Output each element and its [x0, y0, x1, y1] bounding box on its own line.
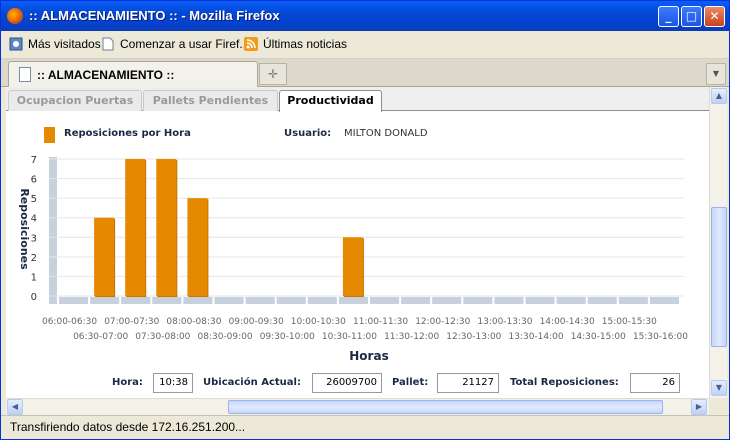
- baseline-slot: [494, 297, 524, 304]
- bar: [187, 198, 208, 296]
- baseline-slot: [183, 297, 213, 304]
- bookmark-label: Más visitados: [28, 37, 101, 51]
- x-tick-label: 06:00-06:30: [42, 317, 97, 327]
- y-tick-label: 7: [31, 155, 37, 166]
- tab-productividad[interactable]: Productividad: [279, 90, 382, 112]
- status-text: Transfiriendo datos desde 172.16.251.200…: [10, 420, 246, 434]
- hora-label: Hora:: [112, 377, 143, 388]
- baseline-slot: [276, 297, 306, 304]
- title-bar[interactable]: :: ALMACENAMIENTO :: - Mozilla Firefox _…: [1, 1, 729, 31]
- baseline-slot: [649, 297, 679, 304]
- page-icon: [102, 37, 114, 51]
- browser-tab-bar: :: ALMACENAMIENTO :: ✛ ▼: [1, 59, 729, 87]
- browser-window: :: ALMACENAMIENTO :: - Mozilla Firefox _…: [0, 0, 730, 440]
- close-button[interactable]: ✕: [704, 6, 725, 27]
- baseline-slot: [338, 297, 368, 304]
- vertical-scroll-thumb[interactable]: [711, 207, 727, 347]
- baseline-slot: [152, 297, 182, 304]
- baseline-slot: [525, 297, 555, 304]
- x-tick-label: 14:30-15:00: [571, 332, 626, 342]
- baseline-slot: [59, 297, 89, 304]
- hora-field[interactable]: 10:38: [153, 373, 193, 393]
- x-tick-label: 15:00-15:30: [602, 317, 657, 327]
- baseline-slot: [401, 297, 431, 304]
- bookmark-comenzar[interactable]: Comenzar a usar Firef...: [101, 37, 249, 53]
- tab-ocupacion-puertas[interactable]: Ocupacion Puertas: [8, 90, 142, 111]
- baseline-slot: [463, 297, 493, 304]
- minimize-button[interactable]: _: [658, 6, 679, 27]
- app-tab-strip: Ocupacion Puertas Pallets Pendientes Pro…: [6, 87, 709, 112]
- scroll-left-button[interactable]: ◀: [7, 399, 23, 415]
- bookmark-icon: [9, 37, 23, 51]
- x-tick-label: 07:00-07:30: [104, 317, 159, 327]
- y-tick-label: 1: [31, 272, 37, 283]
- browser-tab-almacenamiento[interactable]: :: ALMACENAMIENTO ::: [8, 61, 258, 87]
- x-tick-label: 08:00-08:30: [166, 317, 221, 327]
- total-field[interactable]: 26: [630, 373, 680, 393]
- page-content: Ocupacion Puertas Pallets Pendientes Pro…: [6, 87, 709, 398]
- x-tick-label: 09:30-10:00: [260, 332, 315, 342]
- x-tick-label: 06:30-07:00: [73, 332, 128, 342]
- maximize-button[interactable]: □: [681, 6, 702, 27]
- baseline-slot: [214, 297, 244, 304]
- x-tick-label: 12:00-12:30: [415, 317, 470, 327]
- baseline-slot: [307, 297, 337, 304]
- baseline-slot: [90, 297, 120, 304]
- new-tab-button[interactable]: ✛: [259, 63, 287, 85]
- y-tick-label: 0: [31, 292, 37, 303]
- x-tick-label: 13:30-14:00: [508, 332, 563, 342]
- x-tick-label: 07:30-08:00: [135, 332, 190, 342]
- bar: [125, 159, 146, 296]
- x-tick-label: 15:30-16:00: [633, 332, 688, 342]
- x-tick-label: 11:30-12:00: [384, 332, 439, 342]
- x-tick-label: 13:00-13:30: [477, 317, 532, 327]
- bookmarks-toolbar: Más visitados Comenzar a usar Firef... Ú…: [1, 31, 729, 59]
- bookmark-label: Últimas noticias: [263, 37, 348, 51]
- x-tick-label: 11:00-11:30: [353, 317, 408, 327]
- x-tick-label: 10:00-10:30: [291, 317, 346, 327]
- y-tick-label: 6: [31, 175, 37, 186]
- baseline-slot: [245, 297, 275, 304]
- scroll-down-button[interactable]: ▼: [711, 380, 727, 396]
- status-bar: Transfiriendo datos desde 172.16.251.200…: [1, 415, 729, 439]
- bar: [94, 217, 115, 296]
- x-tick-label: 12:30-13:00: [446, 332, 501, 342]
- bar: [156, 159, 177, 296]
- y-axis-title: Reposiciones: [18, 188, 31, 270]
- baseline-slot: [121, 297, 151, 304]
- scroll-corner: [709, 398, 727, 415]
- tab-list-button[interactable]: ▼: [706, 63, 726, 85]
- bookmark-ultimas-noticias[interactable]: Últimas noticias: [244, 37, 347, 53]
- x-tick-label: 10:30-11:00: [322, 332, 377, 342]
- x-tick-label: 08:30-09:00: [197, 332, 252, 342]
- bookmark-label: Comenzar a usar Firef...: [120, 37, 250, 51]
- scroll-right-button[interactable]: ▶: [691, 399, 707, 415]
- scroll-up-button[interactable]: ▲: [711, 88, 727, 104]
- pallet-label: Pallet:: [392, 377, 429, 388]
- baseline-slot: [556, 297, 586, 304]
- productivity-chart: 0123456706:00-06:3006:30-07:0007:00-07:3…: [18, 155, 688, 363]
- tab-pallets-pendientes[interactable]: Pallets Pendientes: [143, 90, 278, 111]
- baseline-slot: [587, 297, 617, 304]
- baseline-slot: [618, 297, 648, 304]
- bookmark-mas-visitados[interactable]: Más visitados: [9, 37, 101, 53]
- horizontal-scrollbar[interactable]: ◀ ▶: [6, 398, 709, 415]
- baseline-slot: [370, 297, 400, 304]
- vertical-scrollbar[interactable]: ▲ ▼: [709, 87, 727, 398]
- bar: [342, 237, 363, 296]
- x-tick-label: 09:00-09:30: [229, 317, 284, 327]
- firefox-icon: [7, 8, 23, 24]
- ubicacion-field[interactable]: 26009700: [312, 373, 382, 393]
- baseline-slot: [432, 297, 462, 304]
- tab-label: :: ALMACENAMIENTO ::: [37, 68, 175, 82]
- pallet-field[interactable]: 21127: [437, 373, 499, 393]
- x-axis-title: Horas: [349, 349, 388, 363]
- total-label: Total Reposiciones:: [510, 377, 619, 388]
- rss-icon: [244, 37, 258, 51]
- ubicacion-label: Ubicación Actual:: [203, 377, 301, 388]
- page-icon: [19, 67, 31, 82]
- x-tick-label: 14:00-14:30: [540, 317, 595, 327]
- horizontal-scroll-thumb[interactable]: [228, 400, 663, 414]
- window-title: :: ALMACENAMIENTO :: - Mozilla Firefox: [29, 8, 280, 23]
